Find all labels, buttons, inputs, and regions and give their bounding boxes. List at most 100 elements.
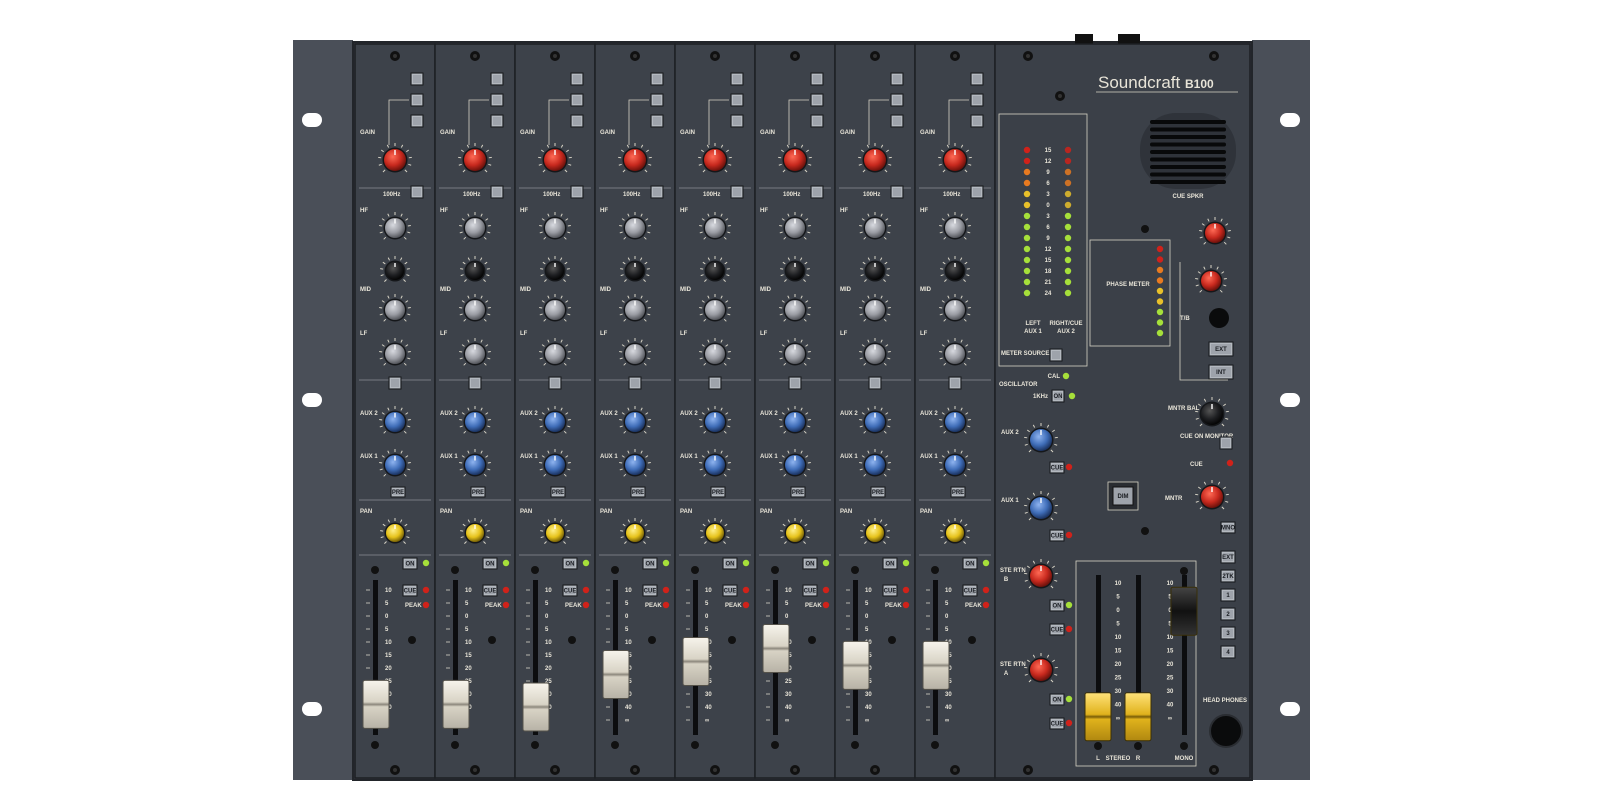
meter-led-left [1023,146,1031,154]
cue-button[interactable]: CUE [402,584,418,597]
input-switch-pad[interactable] [410,114,424,128]
pre-button[interactable]: PRE [950,486,966,498]
eq-in-button[interactable] [468,376,482,390]
input-switch-phase[interactable] [970,93,984,107]
input-switch-phase[interactable] [890,93,904,107]
stereo-return-on-button[interactable]: ON [1049,599,1065,612]
input-switch-pad[interactable] [970,114,984,128]
cue-button[interactable]: CUE [482,584,498,597]
master-aux-cue-led [1065,531,1073,539]
on-button[interactable]: ON [642,557,658,570]
input-switch-pad[interactable] [490,114,504,128]
stereo-right-fader-cap[interactable] [1124,692,1152,742]
meter-source-button[interactable] [1049,348,1063,362]
headphones-jack[interactable] [1209,714,1243,748]
input-switch-48v[interactable] [490,72,504,86]
cue-button[interactable]: CUE [802,584,818,597]
input-switch-phase[interactable] [410,93,424,107]
hpf-button[interactable] [970,185,984,199]
eq-in-button[interactable] [868,376,882,390]
pre-button[interactable]: PRE [550,486,566,498]
input-switch-pad[interactable] [570,114,584,128]
hpf-button[interactable] [490,185,504,199]
pre-button[interactable]: PRE [390,486,406,498]
input-switch-pad[interactable] [810,114,824,128]
on-button[interactable]: ON [402,557,418,570]
master-aux-cue-button[interactable]: CUE [1049,529,1065,542]
cue-button[interactable]: CUE [562,584,578,597]
cue-button[interactable]: CUE [722,584,738,597]
hpf-button[interactable] [890,185,904,199]
input-switch-phase[interactable] [810,93,824,107]
input-switch-48v[interactable] [970,72,984,86]
on-button[interactable]: ON [722,557,738,570]
input-switch-48v[interactable] [410,72,424,86]
eq-in-button[interactable] [628,376,642,390]
input-switch-48v[interactable] [810,72,824,86]
on-button[interactable]: ON [962,557,978,570]
cue-button[interactable]: CUE [882,584,898,597]
eq-in-button[interactable] [548,376,562,390]
input-switch-48v[interactable] [890,72,904,86]
on-button[interactable]: ON [802,557,818,570]
input-switch-phase[interactable] [570,93,584,107]
channel-fader-cap[interactable] [922,640,950,690]
mono-fader-scale: 40 [1167,703,1174,709]
input-switch-pad[interactable] [730,114,744,128]
monitor-source-button-5[interactable]: 4 [1220,645,1236,659]
hpf-button[interactable] [810,185,824,199]
master-aux-cue-button[interactable]: CUE [1049,461,1065,474]
mono-monitor-button[interactable]: MNO [1220,521,1236,534]
input-switch-phase[interactable] [650,93,664,107]
oscillator-on-button[interactable]: ON [1051,389,1065,403]
input-switch-48v[interactable] [730,72,744,86]
input-switch-48v[interactable] [650,72,664,86]
pre-button[interactable]: PRE [630,486,646,498]
pre-button[interactable]: PRE [470,486,486,498]
mono-fader-cap[interactable] [1170,586,1198,636]
eq-in-button[interactable] [388,376,402,390]
cue-button[interactable]: CUE [642,584,658,597]
hpf-button[interactable] [570,185,584,199]
stereo-left-fader-cap[interactable] [1084,692,1112,742]
input-switch-48v[interactable] [570,72,584,86]
channel-fader-cap[interactable] [442,679,470,729]
talkback-int-button[interactable]: INT [1208,364,1234,380]
monitor-source-button-2[interactable]: 1 [1220,588,1236,602]
input-switch-pad[interactable] [890,114,904,128]
channel-fader-cap[interactable] [362,679,390,729]
cue-on-monitor-button[interactable] [1219,436,1233,450]
eq-in-button[interactable] [708,376,722,390]
on-button[interactable]: ON [562,557,578,570]
channel-fader-cap[interactable] [522,682,550,732]
input-switch-phase[interactable] [730,93,744,107]
on-button[interactable]: ON [482,557,498,570]
dim-button[interactable]: DIM [1107,481,1139,511]
hpf-button[interactable] [410,185,424,199]
monitor-source-button-4[interactable]: 3 [1220,626,1236,640]
channel-fader-cap[interactable] [842,640,870,690]
pre-button[interactable]: PRE [790,486,806,498]
eq-in-button[interactable] [948,376,962,390]
channel-fader-cap[interactable] [682,637,710,686]
hpf-button[interactable] [730,185,744,199]
eq-in-button[interactable] [788,376,802,390]
talkback-button[interactable] [1209,308,1229,328]
on-button[interactable]: ON [882,557,898,570]
channel-fader-cap[interactable] [762,624,790,673]
on-button-label: ON [406,562,415,568]
stereo-return-cue-button[interactable]: CUE [1049,623,1065,636]
channel-fader-cap[interactable] [602,650,630,699]
stereo-return-cue-button[interactable]: CUE [1049,717,1065,730]
input-switch-pad[interactable] [650,114,664,128]
input-switch-phase[interactable] [490,93,504,107]
monitor-source-button-0[interactable]: EXT [1220,550,1236,564]
talkback-ext-button[interactable]: EXT [1208,341,1234,357]
cue-button[interactable]: CUE [962,584,978,597]
hpf-button[interactable] [650,185,664,199]
pre-button[interactable]: PRE [870,486,886,498]
stereo-return-on-button[interactable]: ON [1049,693,1065,706]
monitor-source-button-1[interactable]: 2TK [1220,569,1236,583]
monitor-source-button-3[interactable]: 2 [1220,607,1236,621]
pre-button[interactable]: PRE [710,486,726,498]
